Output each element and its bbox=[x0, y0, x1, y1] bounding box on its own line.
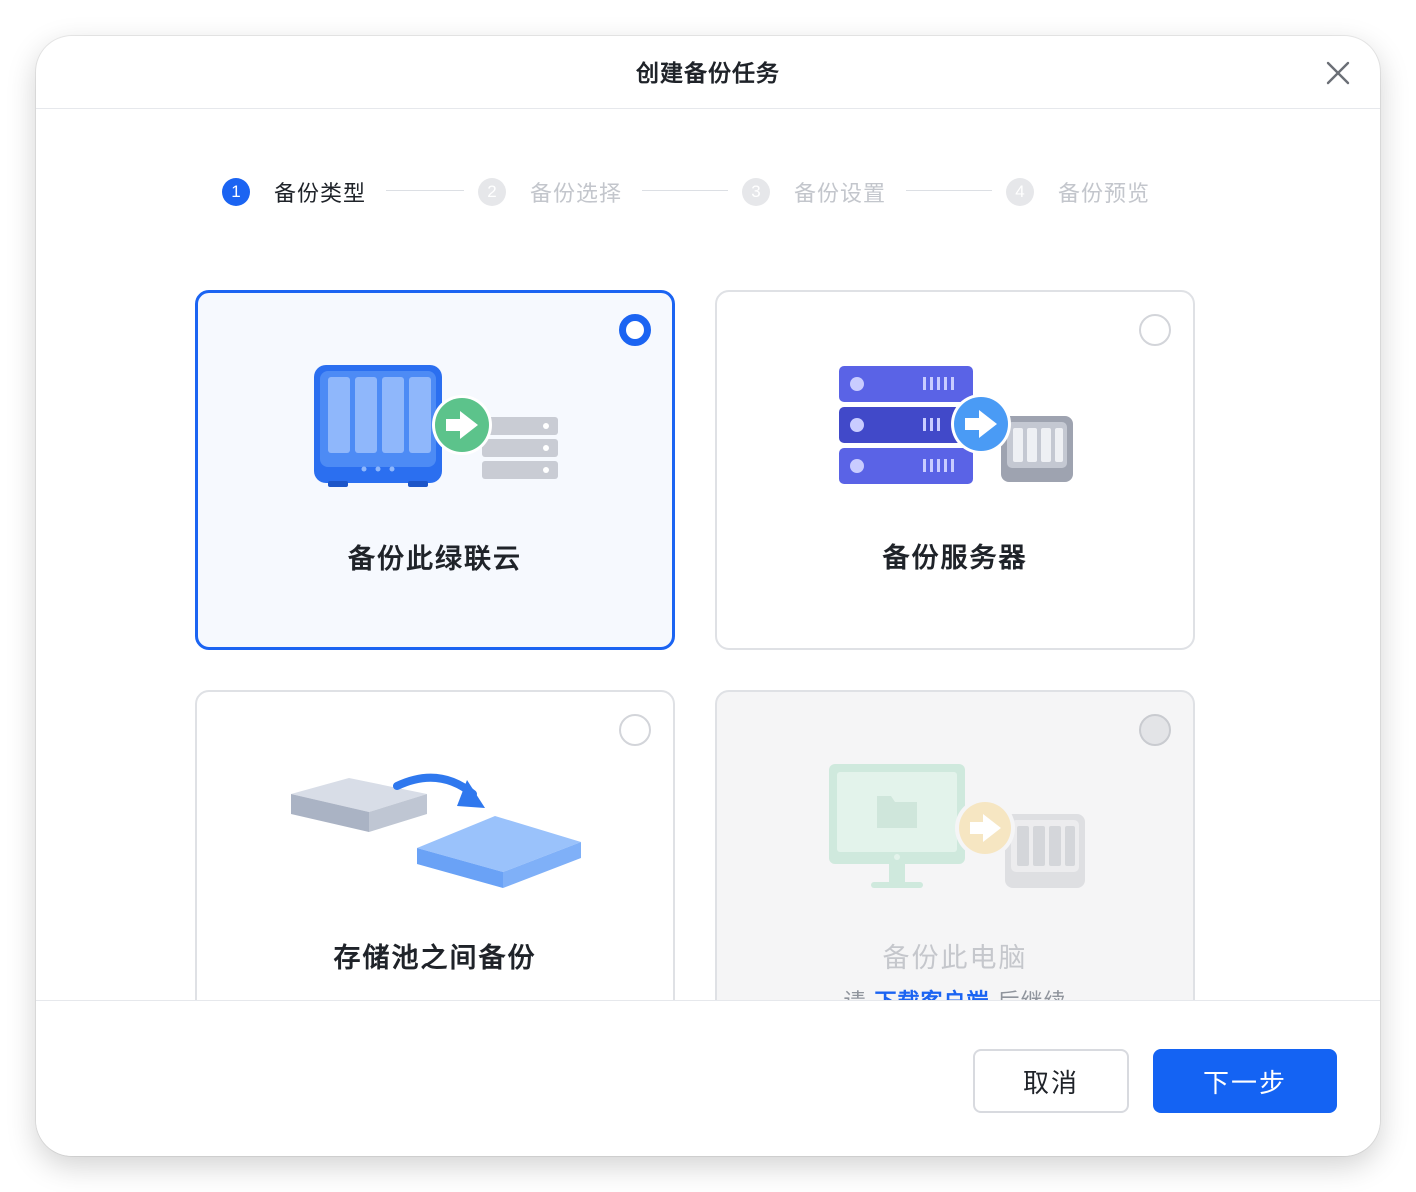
step-backup-type: 1 备份类型 bbox=[222, 172, 366, 212]
step-number: 1 bbox=[222, 178, 250, 206]
hint-suffix: 后继续 bbox=[998, 990, 1067, 1000]
step-label: 备份类型 bbox=[274, 182, 367, 207]
step-label: 备份预览 bbox=[1058, 182, 1151, 207]
radio-selected[interactable] bbox=[619, 314, 651, 346]
step-backup-select: 2 备份选择 bbox=[478, 172, 622, 212]
step-divider bbox=[642, 190, 728, 191]
server-to-nas-icon bbox=[839, 366, 1073, 484]
option-backup-this-pc: 备份此电脑 请 下载客户端 后继续 bbox=[715, 690, 1195, 1000]
pool-to-pool-icon bbox=[291, 773, 581, 888]
download-client-link[interactable]: 下载客户端 bbox=[874, 990, 989, 1000]
step-number: 2 bbox=[478, 178, 506, 206]
step-number: 4 bbox=[1006, 178, 1034, 206]
step-number: 3 bbox=[742, 178, 770, 206]
option-backup-server[interactable]: 备份服务器 bbox=[715, 290, 1195, 650]
option-title: 存储池之间备份 bbox=[333, 943, 537, 974]
option-backup-between-pools[interactable]: 存储池之间备份 bbox=[195, 690, 675, 1000]
option-backup-this-nas[interactable]: 备份此绿联云 bbox=[195, 290, 675, 650]
pc-to-nas-icon bbox=[829, 764, 1085, 888]
radio-disabled bbox=[1139, 714, 1171, 746]
step-divider bbox=[906, 190, 992, 191]
download-client-hint: 请 下载客户端 后继续 bbox=[717, 984, 1193, 1000]
step-backup-preview: 4 备份预览 bbox=[1006, 172, 1150, 212]
radio-unselected[interactable] bbox=[1139, 314, 1171, 346]
dialog-header: 创建备份任务 bbox=[36, 36, 1380, 109]
create-backup-dialog: 创建备份任务 1 备份类型 2 备份选择 3 备份设置 4 备份预览 备份此绿联… bbox=[36, 36, 1380, 1156]
step-label: 备份设置 bbox=[794, 182, 887, 207]
cancel-button[interactable]: 取消 bbox=[973, 1049, 1129, 1113]
close-icon[interactable] bbox=[1320, 55, 1356, 91]
step-divider bbox=[386, 190, 464, 191]
step-label: 备份选择 bbox=[530, 182, 623, 207]
radio-unselected[interactable] bbox=[619, 714, 651, 746]
step-backup-settings: 3 备份设置 bbox=[742, 172, 886, 212]
option-title: 备份此电脑 bbox=[882, 943, 1028, 974]
nas-to-server-icon bbox=[314, 365, 558, 487]
dialog-title: 创建备份任务 bbox=[636, 61, 780, 87]
option-title: 备份服务器 bbox=[882, 543, 1028, 574]
dialog-body: 1 备份类型 2 备份选择 3 备份设置 4 备份预览 备份此绿联云 备份服务器… bbox=[36, 110, 1380, 1000]
option-title: 备份此绿联云 bbox=[348, 544, 522, 575]
hint-prefix: 请 bbox=[843, 990, 866, 1000]
dialog-footer: 取消 下一步 bbox=[36, 1000, 1380, 1156]
next-step-button[interactable]: 下一步 bbox=[1153, 1049, 1337, 1113]
stepper: 1 备份类型 2 备份选择 3 备份设置 4 备份预览 bbox=[36, 172, 1380, 212]
